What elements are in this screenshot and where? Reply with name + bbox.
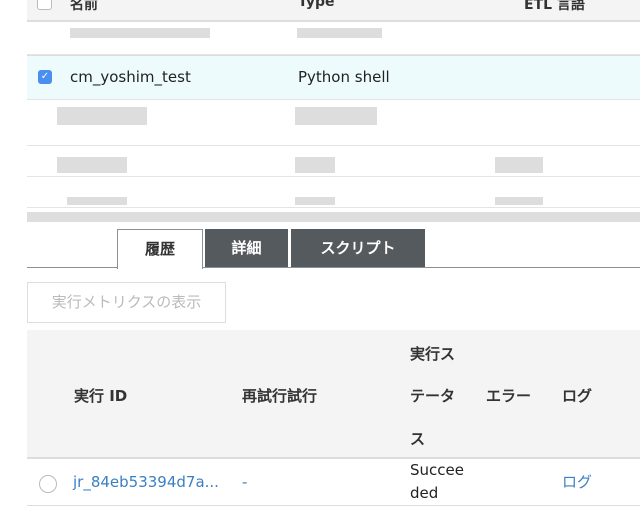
column-type[interactable]: Type [298, 0, 335, 10]
select-all-checkbox[interactable] [37, 0, 52, 10]
table-row[interactable]: jr_84eb53394d7a... - Succee ded ログ [27, 459, 640, 506]
view-run-metrics-button[interactable]: 実行メトリクスの表示 [27, 282, 226, 323]
column-run-id[interactable]: 実行 ID [74, 385, 127, 406]
column-etl-language[interactable]: ETL 言語 [524, 0, 585, 14]
column-log[interactable]: ログ [562, 385, 592, 406]
status-line1: Succee [410, 461, 464, 479]
log-link[interactable]: ログ [562, 471, 592, 492]
jobs-table-header: 名前 Type ETL 言語 [27, 0, 640, 22]
table-row-redacted[interactable] [27, 22, 640, 55]
retry-value: - [242, 473, 248, 491]
history-table-header: 実行 ID 再試行試行 実行ス テータ ス エラー ログ [27, 330, 640, 459]
column-retry[interactable]: 再試行試行 [242, 385, 317, 406]
job-type: Python shell [298, 68, 390, 86]
column-error[interactable]: エラー [486, 385, 531, 406]
table-row-redacted[interactable] [27, 99, 640, 146]
status-line2: ded [410, 484, 439, 502]
run-id-link[interactable]: jr_84eb53394d7a... [73, 473, 219, 491]
job-name[interactable]: cm_yoshim_test [70, 68, 191, 86]
column-status-line3[interactable]: ス [410, 428, 425, 449]
table-row-redacted[interactable] [27, 146, 640, 177]
column-name[interactable]: 名前 [70, 0, 98, 14]
table-row-selected[interactable]: ✓ cm_yoshim_test Python shell [27, 55, 640, 100]
row-checkbox-checked[interactable]: ✓ [38, 70, 52, 84]
column-status-line2[interactable]: テータ [410, 385, 455, 406]
table-row-redacted[interactable] [27, 177, 640, 208]
tab-script[interactable]: スクリプト [291, 229, 425, 267]
row-radio[interactable] [39, 475, 57, 493]
tab-history[interactable]: 履歴 [117, 229, 203, 269]
tab-details[interactable]: 詳細 [205, 229, 288, 267]
horizontal-scrollbar[interactable] [27, 212, 640, 222]
column-status-line1[interactable]: 実行ス [410, 343, 455, 364]
